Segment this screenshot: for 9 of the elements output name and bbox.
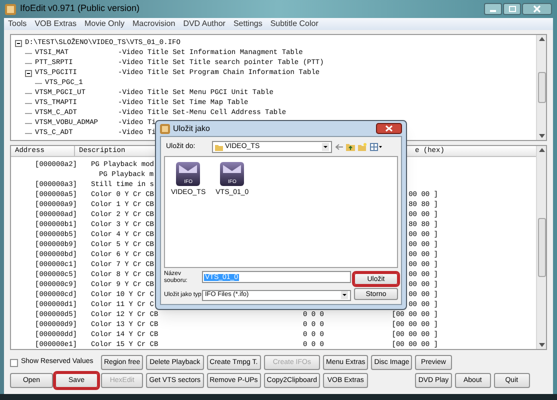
menu-item[interactable]: VOB Extras <box>34 18 76 30</box>
menu-item[interactable]: Settings <box>233 18 262 30</box>
menu-item[interactable]: Macrovision <box>132 18 176 30</box>
menu-item[interactable]: Subtitle Color <box>270 18 318 30</box>
dialog-title: Uložit jako <box>173 122 210 134</box>
menu-item[interactable]: Movie Only <box>84 18 124 30</box>
menu-item[interactable]: Tools <box>8 18 27 30</box>
menu-item[interactable]: DVD Author <box>183 18 226 30</box>
window-title: IfoEdit v0.971 (Public version) <box>20 2 140 16</box>
